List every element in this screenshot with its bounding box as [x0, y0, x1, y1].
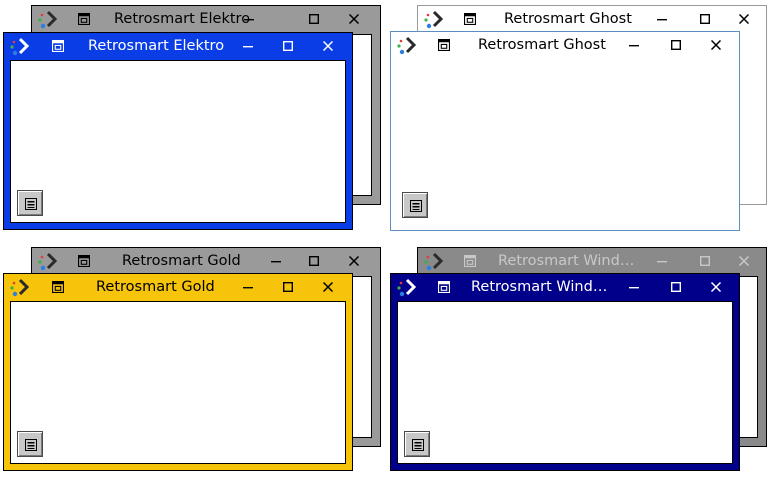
window-menu-icon[interactable] [464, 13, 476, 25]
minimize-icon [244, 19, 254, 21]
system-menu-icon [410, 200, 422, 212]
window-title: Retrosmart Ghost [478, 37, 606, 53]
close-icon [349, 256, 359, 266]
close-button[interactable] [342, 6, 368, 33]
gold-inactive-titlebar[interactable]: Retrosmart Gold [32, 248, 380, 275]
maximize-icon [671, 282, 681, 292]
gold-active-window[interactable]: Retrosmart Gold [3, 273, 353, 471]
system-menu-icon [25, 439, 37, 451]
system-menu-button[interactable] [404, 431, 430, 457]
window-title: Retrosmart Ghost [504, 11, 632, 27]
window-menu-icon[interactable] [52, 281, 64, 293]
maximize-icon [671, 40, 681, 50]
close-icon [739, 256, 749, 266]
minimize-button[interactable] [650, 248, 676, 275]
maximize-icon [309, 14, 319, 24]
window-title: Retrosmart Elektro [114, 11, 251, 27]
maximize-icon [283, 282, 293, 292]
maximize-icon [283, 41, 293, 51]
retrosmart-logo-icon[interactable] [396, 278, 418, 298]
minimize-icon [629, 287, 639, 289]
maximize-button[interactable] [276, 33, 302, 60]
close-button[interactable] [704, 32, 730, 59]
window-client-area [10, 301, 346, 464]
minimize-icon [271, 261, 281, 263]
close-button[interactable] [342, 248, 368, 275]
system-menu-button[interactable] [402, 192, 428, 218]
maximize-button[interactable] [302, 6, 328, 33]
ghost-inactive-titlebar[interactable]: Retrosmart Ghost [418, 6, 766, 33]
close-button[interactable] [316, 274, 342, 301]
close-icon [323, 282, 333, 292]
minimize-button[interactable] [236, 33, 262, 60]
retrosmart-logo-icon[interactable] [396, 36, 418, 56]
maximize-button[interactable] [693, 248, 719, 275]
windows-active-titlebar[interactable]: Retrosmart Windo... [391, 274, 739, 301]
maximize-button[interactable] [664, 32, 690, 59]
minimize-button[interactable] [264, 248, 290, 275]
window-title: Retrosmart Windo... [471, 279, 609, 295]
retrosmart-logo-icon[interactable] [37, 10, 59, 30]
elektro-active-titlebar[interactable]: Retrosmart Elektro [4, 33, 352, 60]
gold-active-titlebar[interactable]: Retrosmart Gold [4, 274, 352, 301]
close-button[interactable] [704, 274, 730, 301]
minimize-button[interactable] [622, 32, 648, 59]
elektro-inactive-titlebar[interactable]: Retrosmart Elektro [32, 6, 380, 33]
window-menu-icon[interactable] [78, 255, 90, 267]
retrosmart-logo-icon[interactable] [423, 252, 445, 272]
window-title: Retrosmart Gold [96, 279, 215, 295]
system-menu-button[interactable] [17, 431, 43, 457]
ghost-active-titlebar[interactable]: Retrosmart Ghost [391, 32, 739, 59]
minimize-icon [243, 46, 253, 48]
windows-inactive-titlebar[interactable]: Retrosmart Windo... [418, 248, 766, 275]
close-icon [711, 282, 721, 292]
window-client-area [397, 301, 733, 464]
maximize-button[interactable] [664, 274, 690, 301]
window-title: Retrosmart Gold [122, 253, 241, 269]
maximize-icon [700, 14, 710, 24]
close-button[interactable] [732, 6, 758, 33]
maximize-icon [309, 256, 319, 266]
close-icon [711, 40, 721, 50]
system-menu-icon [25, 198, 37, 210]
retrosmart-logo-icon[interactable] [9, 278, 31, 298]
maximize-button[interactable] [693, 6, 719, 33]
minimize-icon [243, 287, 253, 289]
windows-active-window[interactable]: Retrosmart Windo... [390, 273, 740, 471]
close-button[interactable] [732, 248, 758, 275]
retrosmart-logo-icon[interactable] [423, 10, 445, 30]
window-menu-icon[interactable] [438, 39, 450, 51]
window-menu-icon[interactable] [464, 255, 476, 267]
minimize-icon [629, 45, 639, 47]
minimize-button[interactable] [622, 274, 648, 301]
minimize-button[interactable] [237, 6, 263, 33]
ghost-active-window[interactable]: Retrosmart Ghost [390, 31, 740, 231]
system-menu-button[interactable] [17, 190, 43, 216]
close-button[interactable] [316, 33, 342, 60]
minimize-button[interactable] [236, 274, 262, 301]
window-menu-icon[interactable] [78, 13, 90, 25]
close-icon [739, 14, 749, 24]
minimize-icon [657, 19, 667, 21]
window-title: Retrosmart Elektro [88, 38, 225, 54]
window-title: Retrosmart Windo... [498, 253, 636, 269]
system-menu-icon [412, 439, 424, 451]
elektro-active-window[interactable]: Retrosmart Elektro [3, 32, 353, 230]
retrosmart-logo-icon[interactable] [9, 37, 31, 57]
minimize-icon [657, 261, 667, 263]
window-menu-icon[interactable] [438, 281, 450, 293]
close-icon [323, 41, 333, 51]
window-menu-icon[interactable] [52, 40, 64, 52]
window-client-area [10, 60, 346, 223]
retrosmart-logo-icon[interactable] [37, 252, 59, 272]
maximize-button[interactable] [276, 274, 302, 301]
minimize-button[interactable] [650, 6, 676, 33]
close-icon [349, 14, 359, 24]
maximize-icon [700, 256, 710, 266]
maximize-button[interactable] [302, 248, 328, 275]
